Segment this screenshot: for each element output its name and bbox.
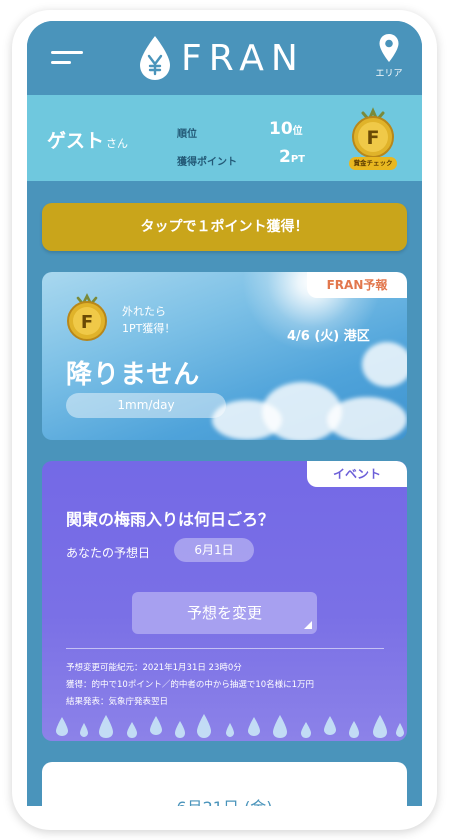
fran-forecast-tag: FRAN予報 [307, 272, 407, 298]
area-button[interactable]: エリア [368, 33, 410, 85]
rank-value: 10位 [269, 119, 303, 139]
miss-line-1: 外れたら [122, 305, 166, 318]
change-guess-button[interactable]: 予想を変更 [132, 592, 317, 634]
yen-drop-icon [140, 36, 170, 80]
fran-logo: FRAN [137, 33, 305, 83]
rain-amount-pill: 1mm/day [66, 393, 226, 418]
user-status-bar: ゲスト さん 順位 10位 獲得ポイント 2PT F 賞金チェック [27, 95, 422, 181]
miss-line-2: 1PT獲得！ [122, 322, 176, 335]
svg-text:F: F [367, 127, 380, 149]
event-info-reward: 獲得：的中で10ポイント／的中者の中から抽選で10名様に1万円 [66, 680, 315, 690]
event-card: イベント 関東の梅雨入りは何日ごろ？ あなたの予想日 6月1日 予想を変更 予想… [42, 461, 407, 741]
miss-reward-text: 外れたら 1PT獲得！ [122, 303, 175, 337]
user-name-suffix: さん [106, 137, 129, 150]
rank-number: 10 [269, 119, 293, 139]
app-header: FRAN エリア [27, 21, 422, 95]
raindrops-decoration [56, 714, 404, 738]
user-name: ゲスト さん [47, 126, 128, 153]
event-info: 予想変更可能紀元：2021年1月31日 23時0分 獲得：的中で10ポイント／的… [66, 660, 314, 711]
your-guess-value: 6月1日 [174, 538, 254, 562]
prize-check-button[interactable]: F 賞金チェック [347, 107, 399, 173]
user-name-text: ゲスト [47, 130, 105, 152]
rank-unit: 位 [292, 126, 303, 137]
event-info-result: 結果発表：気象庁発表翌日 [66, 697, 169, 707]
forecast-main-text: 降りません [66, 360, 201, 390]
location-pin-icon [379, 34, 399, 62]
area-label: エリア [375, 69, 403, 79]
divider [66, 648, 384, 649]
event-title: 関東の梅雨入りは何日ごろ？ [66, 510, 275, 529]
gold-coin-icon: F [352, 107, 394, 158]
corner-fold-icon [304, 621, 312, 629]
next-card-date: 6月21日 (金) [42, 794, 407, 806]
event-tag: イベント [307, 461, 407, 487]
hamburger-menu-icon[interactable] [51, 47, 85, 69]
prize-check-label: 賞金チェック [349, 157, 397, 170]
points-label: 獲得ポイント [177, 157, 237, 168]
points-number: 2 [279, 147, 291, 167]
cloud [327, 397, 407, 440]
app-screen: FRAN エリア ゲスト さん 順位 10位 獲得ポイント 2PT F 賞金チェ… [27, 21, 422, 806]
fran-forecast-card[interactable]: FRAN予報 F 外れたら 1PT獲得！ 4/6 (火) 港区 降りません 1m… [42, 272, 407, 440]
your-guess-label: あなたの予想日 [66, 546, 151, 560]
logo-text: FRAN [181, 37, 305, 79]
points-unit: PT [290, 154, 305, 165]
event-info-deadline: 予想変更可能紀元：2021年1月31日 23時0分 [66, 663, 242, 673]
cloud [362, 342, 407, 387]
change-guess-label: 予想を変更 [186, 604, 262, 622]
svg-text:F: F [81, 312, 93, 333]
forecast-date-location: 4/6 (火) 港区 [287, 329, 370, 344]
gold-coin-icon: F [67, 293, 107, 341]
next-forecast-card[interactable]: 6月21日 (金) [42, 762, 407, 806]
tap-for-point-button[interactable]: タップで１ポイント獲得！ [42, 203, 407, 251]
rank-label: 順位 [177, 129, 197, 140]
points-value: 2PT [279, 147, 305, 167]
